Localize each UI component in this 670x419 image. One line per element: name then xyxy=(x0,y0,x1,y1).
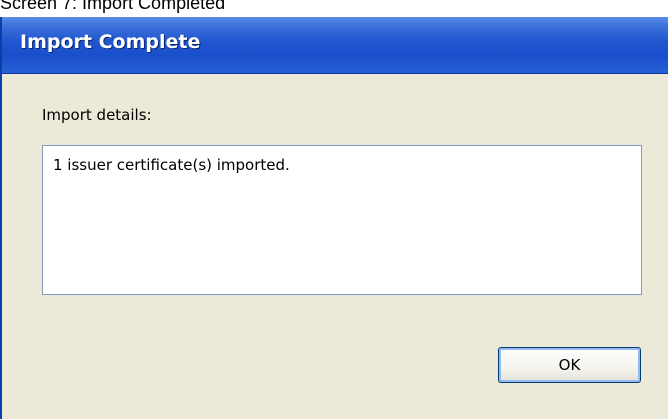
dialog-title: Import Complete xyxy=(20,31,201,53)
import-details-label: Import details: xyxy=(42,106,152,124)
ok-button[interactable]: OK xyxy=(498,347,641,383)
import-details-text: 1 issuer certificate(s) imported. xyxy=(53,156,290,174)
import-details-textbox[interactable]: 1 issuer certificate(s) imported. xyxy=(42,145,642,295)
import-complete-dialog: Import Complete Import details: 1 issuer… xyxy=(0,17,668,419)
screen-caption: Screen 7: Import Completed xyxy=(0,0,226,13)
title-bar[interactable]: Import Complete xyxy=(2,17,668,74)
